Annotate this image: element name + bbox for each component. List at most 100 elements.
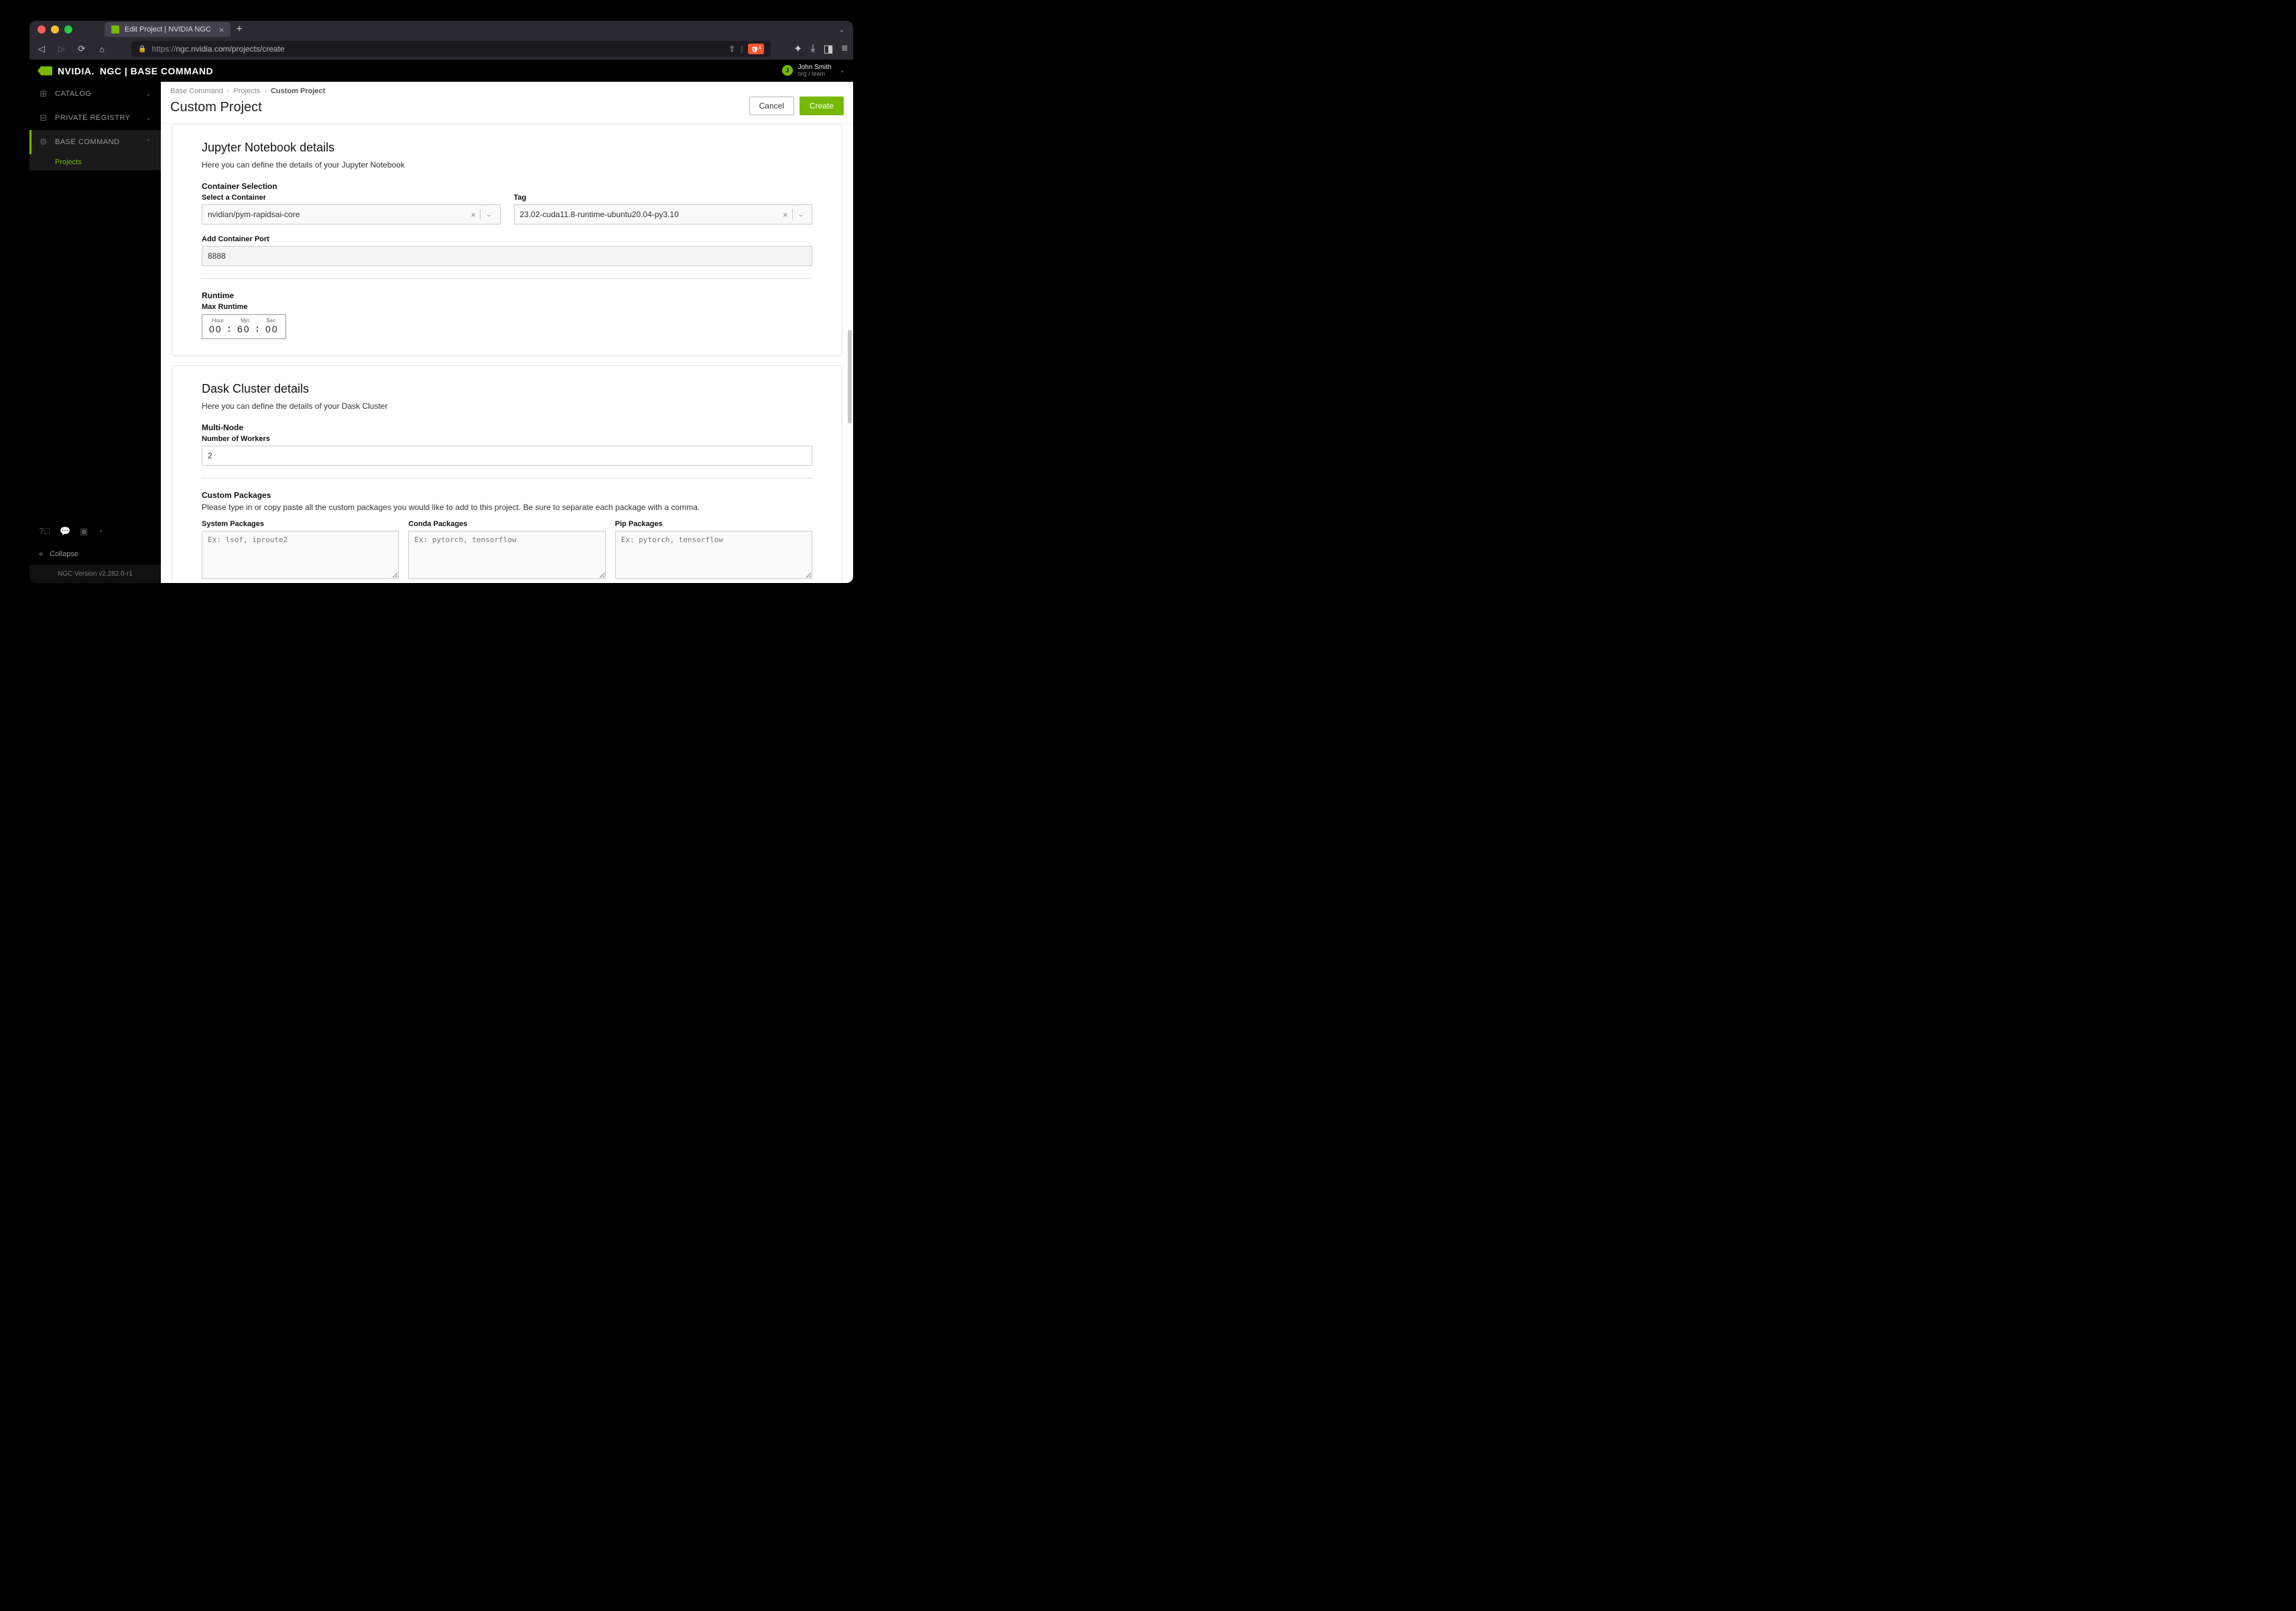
dask-title: Dask Cluster details xyxy=(202,382,812,396)
version-label: NGC Version v2.282.0-r1 xyxy=(29,565,161,583)
forward-button[interactable]: ▷ xyxy=(55,44,68,54)
minimize-window-icon[interactable] xyxy=(51,25,59,34)
extensions-icon[interactable]: ✦ xyxy=(793,42,802,56)
runtime-section-label: Runtime xyxy=(202,291,812,300)
create-button[interactable]: Create xyxy=(800,96,844,115)
app-header: NVIDIA. NGC | BASE COMMAND J John Smith … xyxy=(29,60,853,82)
crumb-projects[interactable]: Projects xyxy=(234,87,261,95)
url-path: ngc.nvidia.com/projects/create xyxy=(176,44,284,54)
lock-icon: 🔒 xyxy=(138,46,146,53)
chevron-down-icon[interactable]: ⌄ xyxy=(481,211,494,218)
menu-icon[interactable]: ≡ xyxy=(842,43,848,55)
window-controls xyxy=(38,25,72,34)
gear-icon: ⚙ xyxy=(39,137,48,147)
sys-pkg-input[interactable] xyxy=(202,531,399,579)
breadcrumb: Base Command › Projects › Custom Project xyxy=(161,82,853,96)
share-icon[interactable]: ⇪ xyxy=(728,44,735,54)
chevron-down-icon[interactable]: ⌄ xyxy=(793,211,806,218)
sidebar-icon[interactable]: ◨ xyxy=(824,42,834,56)
tag-label: Tag xyxy=(514,194,813,202)
dask-desc: Here you can define the details of your … xyxy=(202,401,812,411)
pkg-section-label: Custom Packages xyxy=(202,491,812,500)
user-menu[interactable]: J John Smith org / team ⌄ xyxy=(782,64,845,78)
chat-icon[interactable]: 💬 xyxy=(60,526,70,537)
content[interactable]: Jupyter Notebook details Here you can de… xyxy=(161,124,853,583)
tab-close-icon[interactable]: × xyxy=(219,25,225,35)
clear-icon[interactable]: × xyxy=(779,210,792,220)
container-section-label: Container Selection xyxy=(202,182,812,191)
terminal-icon[interactable]: ▣ xyxy=(80,526,88,537)
help-icon[interactable]: ?⃝ xyxy=(39,526,50,537)
multinode-section-label: Multi-Node xyxy=(202,423,812,432)
chevron-down-icon: ⌄ xyxy=(145,90,151,98)
conda-pkg-input[interactable] xyxy=(408,531,605,579)
registry-icon: ⊟ xyxy=(39,113,48,123)
page-title: Custom Project xyxy=(170,100,262,115)
sidebar-subitem-projects[interactable]: Projects xyxy=(29,154,161,170)
close-window-icon[interactable] xyxy=(38,25,46,34)
brand-nvidia: NVIDIA. xyxy=(58,66,94,76)
jupyter-card: Jupyter Notebook details Here you can de… xyxy=(172,124,842,356)
browser-window: Edit Project | NVIDIA NGC × + ⌄ ◁ ▷ ⟳ ⌂ … xyxy=(29,21,853,583)
crumb-current: Custom Project xyxy=(271,87,325,95)
sidebar-item-catalog[interactable]: ⊞ CATALOG ⌄ xyxy=(29,82,161,106)
clear-icon[interactable]: × xyxy=(467,210,481,220)
browser-tab[interactable]: Edit Project | NVIDIA NGC × xyxy=(105,22,231,37)
tab-title: Edit Project | NVIDIA NGC xyxy=(125,25,211,34)
runtime-min[interactable]: 60 xyxy=(237,324,251,334)
pkg-desc: Please type in or copy paste all the cus… xyxy=(202,503,812,512)
chevron-down-icon: ⌄ xyxy=(840,67,845,74)
workers-label: Number of Workers xyxy=(202,435,812,443)
collapse-button[interactable]: « Collapse xyxy=(29,543,161,565)
url-bar[interactable]: 🔒 https://ngc.nvidia.com/projects/create… xyxy=(131,41,771,57)
jupyter-title: Jupyter Notebook details xyxy=(202,141,812,155)
status-icon[interactable]: ◔ xyxy=(97,526,103,537)
container-label: Select a Container xyxy=(202,194,501,202)
maximize-window-icon[interactable] xyxy=(64,25,72,34)
collapse-icon: « xyxy=(39,550,43,558)
body: ⊞ CATALOG ⌄ ⊟ PRIVATE REGISTRY ⌄ ⚙ BASE … xyxy=(29,82,853,583)
runtime-sec[interactable]: 00 xyxy=(265,324,279,334)
jupyter-desc: Here you can define the details of your … xyxy=(202,160,812,170)
catalog-icon: ⊞ xyxy=(39,88,48,99)
reload-button[interactable]: ⟳ xyxy=(75,44,88,54)
new-tab-button[interactable]: + xyxy=(236,23,242,36)
brand-product: NGC | BASE COMMAND xyxy=(100,66,213,76)
sidebar-footer-icons: ?⃝ 💬 ▣ ◔ xyxy=(29,519,161,543)
crumb-base-command[interactable]: Base Command xyxy=(170,87,223,95)
url-protocol: https:// xyxy=(151,44,176,54)
tabs-dropdown-icon[interactable]: ⌄ xyxy=(838,25,845,34)
conda-pkg-label: Conda Packages xyxy=(408,520,605,528)
sidebar: ⊞ CATALOG ⌄ ⊟ PRIVATE REGISTRY ⌄ ⚙ BASE … xyxy=(29,82,161,583)
runtime-input[interactable]: Hour Min Sec 00: 60: 00 xyxy=(202,314,286,339)
cancel-button[interactable]: Cancel xyxy=(749,96,794,115)
downloads-icon[interactable]: ⤓ xyxy=(810,43,815,55)
navbar: ◁ ▷ ⟳ ⌂ 🔒 https://ngc.nvidia.com/project… xyxy=(29,38,853,60)
back-button[interactable]: ◁ xyxy=(35,44,48,54)
sidebar-item-private-registry[interactable]: ⊟ PRIVATE REGISTRY ⌄ xyxy=(29,106,161,130)
tag-value: 23.02-cuda11.8-runtime-ubuntu20.04-py3.1… xyxy=(520,210,779,219)
workers-input[interactable] xyxy=(202,446,812,466)
brand: NVIDIA. NGC | BASE COMMAND xyxy=(38,66,213,76)
container-select[interactable]: nvidian/pym-rapidsai-core × ⌄ xyxy=(202,204,501,224)
titlebar: Edit Project | NVIDIA NGC × + ⌄ xyxy=(29,21,853,38)
port-input[interactable] xyxy=(202,246,812,266)
container-value: nvidian/pym-rapidsai-core xyxy=(208,210,467,219)
shield-badge[interactable]: 🛡1 xyxy=(748,44,764,54)
port-label: Add Container Port xyxy=(202,235,812,243)
home-button[interactable]: ⌂ xyxy=(95,44,109,54)
runtime-hour[interactable]: 00 xyxy=(209,324,222,334)
dask-card: Dask Cluster details Here you can define… xyxy=(172,365,842,583)
tag-select[interactable]: 23.02-cuda11.8-runtime-ubuntu20.04-py3.1… xyxy=(514,204,813,224)
main: Base Command › Projects › Custom Project… xyxy=(161,82,853,583)
avatar: J xyxy=(782,65,793,76)
scrollbar-thumb[interactable] xyxy=(848,330,852,424)
pip-pkg-input[interactable] xyxy=(615,531,812,579)
sidebar-item-base-command[interactable]: ⚙ BASE COMMAND ⌃ xyxy=(29,130,161,154)
page-header: Custom Project Cancel Create xyxy=(161,96,853,124)
pip-pkg-label: Pip Packages xyxy=(615,520,812,528)
sys-pkg-label: System Packages xyxy=(202,520,399,528)
chevron-up-icon: ⌃ xyxy=(145,139,151,146)
max-runtime-label: Max Runtime xyxy=(202,303,812,311)
app: NVIDIA. NGC | BASE COMMAND J John Smith … xyxy=(29,60,853,583)
